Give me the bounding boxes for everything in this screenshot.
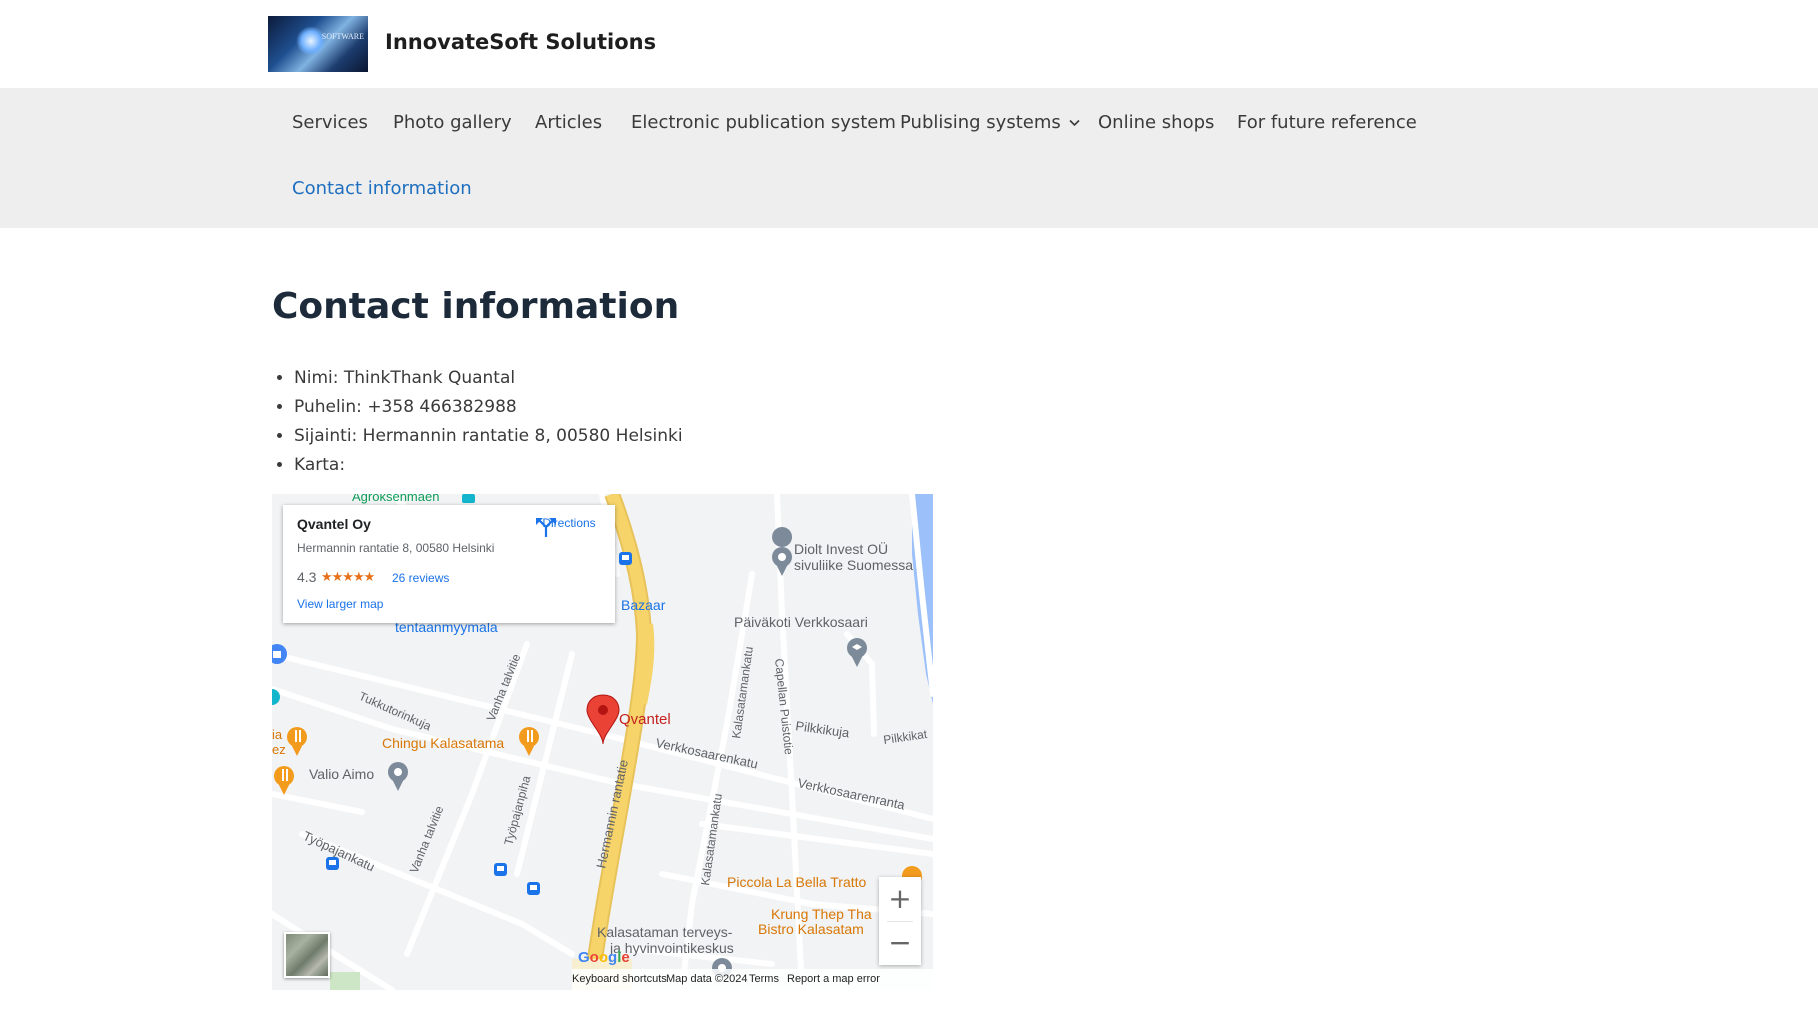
zoom-controls: + − [879,877,921,965]
google-logo: Google [578,949,630,966]
map-label-diolt-2: sivuliike Suomessa [794,557,913,573]
directions-icon [536,518,556,537]
site-title[interactable]: InnovateSoft Solutions [385,30,656,54]
place-address: Hermannin rantatie 8, 00580 Helsinki [297,541,495,555]
map-label-valio: Valio Aimo [309,766,374,782]
map-label-paivakoti: Päiväkoti Verkkosaari [734,614,868,630]
bus-stop-icon [462,494,475,503]
nav-item-electronic-publication-system[interactable]: Electronic publication system [631,112,896,133]
park-area [330,972,360,990]
reviews-link[interactable]: 26 reviews [392,571,449,585]
map-label-edge-ez: ez [272,742,286,757]
directions-button[interactable]: Directions [534,516,604,537]
chevron-down-icon [1069,119,1080,127]
site-logo[interactable]: SOFTWARE [268,16,368,72]
map-label-edge-ia: ia [272,727,283,742]
place-name: Qvantel Oy [297,516,371,532]
main-navigation: Services Photo gallery Articles Electron… [0,88,1818,228]
terms-link[interactable]: Terms [749,973,779,985]
map-attribution: Keyboard shortcuts Map data ©2024 Terms … [572,969,933,990]
bus-stop-icon [326,857,339,870]
map-label-krung-1: Krung Thep Tha [771,906,872,922]
nav-item-articles[interactable]: Articles [535,112,602,133]
map-label-terveys-1: Kalasataman terveys- [597,924,733,940]
page-title: Contact information [272,286,680,327]
map-label-krung-2: Bistro Kalasatam [758,921,864,937]
nav-item-label: Publising systems [900,112,1061,133]
logo-glow [296,26,326,56]
bus-stop-icon [527,882,540,895]
embedded-map[interactable]: Agroksenmäen Diolt Invest OÜ sivuliike S… [272,494,933,990]
map-label-bazaar: Bazaar [621,597,666,613]
contact-name: Nimi: ThinkThank Quantal [294,364,683,393]
nav-item-photo-gallery[interactable]: Photo gallery [393,112,512,133]
nav-item-contact-information[interactable]: Contact information [292,178,472,199]
satellite-view-toggle[interactable] [284,932,330,978]
zoom-in-button[interactable]: + [879,877,921,921]
site-header: SOFTWARE InnovateSoft Solutions [0,0,1818,88]
map-data-text: Map data ©2024 [666,973,748,985]
nav-item-services[interactable]: Services [292,112,368,133]
map-label-chingu: Chingu Kalasatama [382,735,504,751]
report-map-error-link[interactable]: Report a map error [787,973,880,985]
bus-stop-icon [494,863,507,876]
nav-item-publising-systems[interactable]: Publising systems [900,112,1080,133]
contact-phone: Puhelin: +358 466382988 [294,393,683,422]
keyboard-shortcuts-link[interactable]: Keyboard shortcuts [572,973,667,985]
contact-location: Sijainti: Hermannin rantatie 8, 00580 He… [294,422,683,451]
place-info-card: Qvantel Oy Hermannin rantatie 8, 00580 H… [283,505,615,623]
view-larger-map-link[interactable]: View larger map [297,597,383,611]
map-label-piccola: Piccola La Bella Tratto [727,874,867,890]
nav-item-for-future-reference[interactable]: For future reference [1237,112,1417,133]
contact-map-label: Karta: [294,451,683,480]
map-label-agroksenmaen: Agroksenmäen [352,494,439,504]
bus-stop-icon [619,552,632,565]
contact-info-list: Nimi: ThinkThank Quantal Puhelin: +358 4… [272,364,683,480]
zoom-out-button[interactable]: − [879,921,921,965]
nav-item-online-shops[interactable]: Online shops [1098,112,1214,133]
map-label-diolt-1: Diolt Invest OÜ [794,540,888,557]
place-rating: 4.3 [297,569,317,585]
logo-text: SOFTWARE [321,32,364,41]
map-label-qvantel: Qvantel [619,711,671,728]
rating-stars-icon: ★★★★★ [321,569,375,584]
